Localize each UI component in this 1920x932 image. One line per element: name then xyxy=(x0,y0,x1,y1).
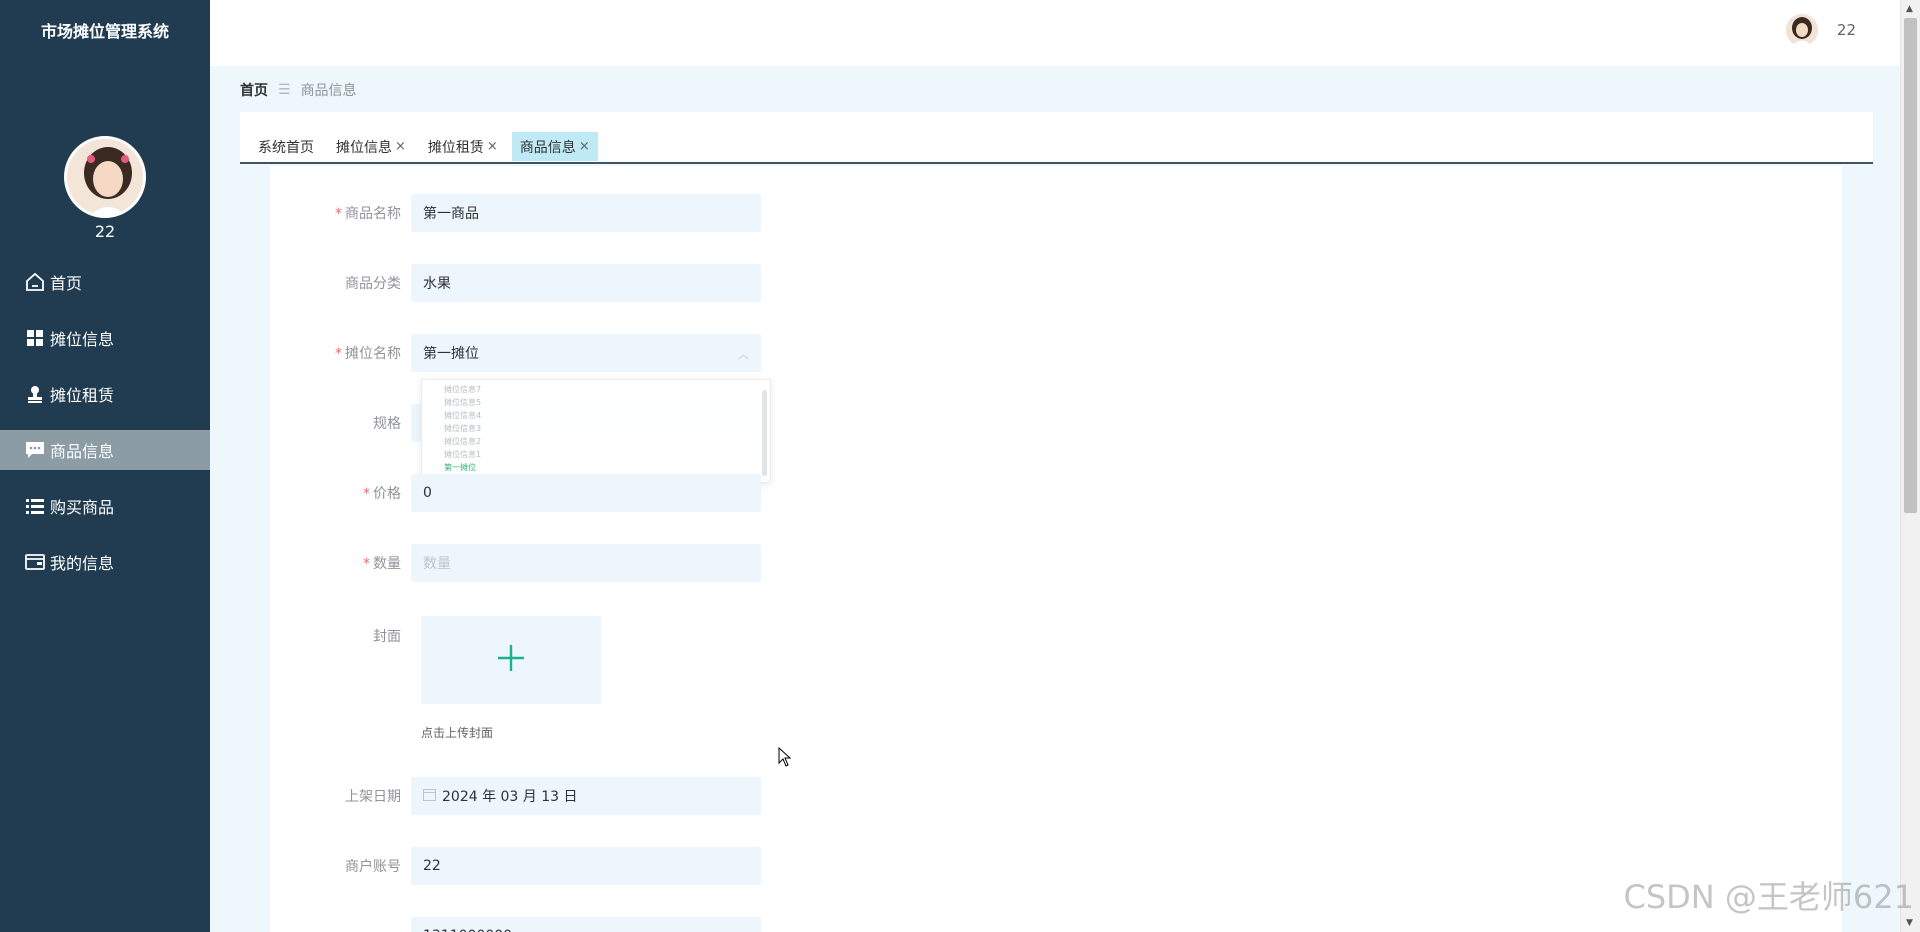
stamp-icon xyxy=(24,383,46,405)
field-label: 商品名称 xyxy=(345,206,401,222)
dropdown-option-selected[interactable]: 第一摊位 xyxy=(422,461,770,474)
home-icon xyxy=(24,271,46,293)
menu-item-stall-rental[interactable]: 摊位租赁 xyxy=(0,374,210,414)
tab-label: 摊位租赁 xyxy=(427,139,484,156)
field-label: 上架日期 xyxy=(345,789,401,805)
tab-stall-info[interactable]: 摊位信息 × xyxy=(328,132,414,161)
dropdown-option[interactable]: 摊位信息1 xyxy=(422,448,770,461)
menu-item-label: 首页 xyxy=(50,274,83,293)
menu-item-label: 商品信息 xyxy=(50,442,115,461)
side-menu: 首页 摊位信息 摊位租赁 商品信息 购买商品 我的信息 xyxy=(0,262,210,598)
required-mark: * xyxy=(363,486,370,502)
watermark: CSDN @王老师621 xyxy=(1623,878,1915,916)
list-icon xyxy=(24,495,46,517)
menu-item-buy-goods[interactable]: 购买商品 xyxy=(0,486,210,526)
form-row-stall: * 摊位名称 第一摊位 ︿ xyxy=(270,334,1070,372)
form-row-partial: 1311000000 xyxy=(270,917,1070,932)
required-mark: * xyxy=(363,556,370,572)
goods-name-input[interactable]: 第一商品 xyxy=(411,194,761,232)
wallet-icon xyxy=(24,551,46,573)
form-row-price: * 价格 0 xyxy=(270,474,1070,512)
form-row-merchant-account: 商户账号 22 xyxy=(270,847,1070,885)
sidebar-username: 22 xyxy=(94,222,116,241)
goods-form: * 商品名称 第一商品 商品分类 水果 * 摊位名称 第一摊位 ︿ 规格 摊位信息7… xyxy=(270,166,1842,932)
listing-date-picker[interactable]: 2024 年 03 月 13 日 xyxy=(411,777,761,815)
menu-item-goods-info[interactable]: 商品信息 xyxy=(0,430,210,470)
form-row-listing-date: 上架日期 2024 年 03 月 13 日 xyxy=(270,777,1070,815)
tab-label: 商品信息 xyxy=(519,139,576,156)
menu-item-label: 摊位信息 xyxy=(50,330,115,349)
header-avatar[interactable] xyxy=(1786,14,1818,46)
breadcrumb-home[interactable]: 首页 xyxy=(240,80,268,100)
scroll-down-icon[interactable]: ▼ xyxy=(1906,918,1913,928)
dropdown-option[interactable]: 摊位信息7 xyxy=(422,383,770,396)
form-row-quantity: * 数量 数量 xyxy=(270,544,1070,582)
dropdown-scrollbar[interactable] xyxy=(762,390,767,476)
cover-upload-button[interactable] xyxy=(421,616,601,704)
dropdown-option[interactable]: 摊位信息2 xyxy=(422,435,770,448)
field-label: 商品分类 xyxy=(345,276,401,292)
quantity-input[interactable]: 数量 xyxy=(411,544,761,582)
close-icon[interactable]: × xyxy=(579,139,590,154)
header-username[interactable]: 22 xyxy=(1837,21,1856,39)
tab-system-home[interactable]: 系统首页 xyxy=(250,132,322,161)
chat-icon xyxy=(24,439,46,461)
tab-stall-rental[interactable]: 摊位租赁 × xyxy=(420,132,506,161)
tab-label: 系统首页 xyxy=(258,139,314,156)
required-mark: * xyxy=(335,346,342,362)
dropdown-option[interactable]: 摊位信息5 xyxy=(422,396,770,409)
tab-label: 摊位信息 xyxy=(336,139,392,156)
close-icon[interactable]: × xyxy=(487,139,498,154)
top-header: 22 xyxy=(210,0,1900,66)
form-row-name: * 商品名称 第一商品 xyxy=(270,194,1070,232)
avatar[interactable] xyxy=(64,136,146,218)
phone-input[interactable]: 1311000000 xyxy=(411,917,761,932)
dropdown-option[interactable]: 摊位信息4 xyxy=(422,409,770,422)
field-label: 摊位名称 xyxy=(345,346,401,362)
menu-item-stall-info[interactable]: 摊位信息 xyxy=(0,318,210,358)
upload-hint: 点击上传封面 xyxy=(421,726,494,740)
stall-name-select[interactable]: 第一摊位 ︿ xyxy=(411,334,761,372)
mouse-cursor-icon xyxy=(778,746,792,771)
price-input[interactable]: 0 xyxy=(411,474,761,512)
menu-item-label: 我的信息 xyxy=(50,554,115,573)
date-value: 2024 年 03 月 13 日 xyxy=(442,789,578,805)
goods-category-input[interactable]: 水果 xyxy=(411,264,761,302)
merchant-account-input[interactable]: 22 xyxy=(411,847,761,885)
form-row-category: 商品分类 水果 xyxy=(270,264,1070,302)
form-row-cover: 封面 xyxy=(270,616,1070,654)
sidebar: 市场摊位管理系统 22 首页 摊位信息 摊位租赁 商品信息 购买商品 我的信息 xyxy=(0,0,210,932)
page-scrollbar[interactable]: ▲ ▼ xyxy=(1900,0,1920,932)
calendar-icon xyxy=(423,788,436,805)
field-label: 数量 xyxy=(373,556,401,572)
field-label: 价格 xyxy=(373,486,401,502)
menu-item-label: 摊位租赁 xyxy=(50,386,115,405)
menu-item-label: 购买商品 xyxy=(50,498,115,517)
chevron-up-icon: ︿ xyxy=(738,348,749,361)
stall-dropdown[interactable]: 摊位信息7 摊位信息5 摊位信息4 摊位信息3 摊位信息2 摊位信息1 第一摊位 xyxy=(421,379,771,483)
menu-item-my-info[interactable]: 我的信息 xyxy=(0,542,210,582)
scrollbar-thumb[interactable] xyxy=(1904,18,1917,513)
field-label: 规格 xyxy=(373,416,401,432)
grid-icon xyxy=(24,327,46,349)
select-value: 第一摊位 xyxy=(423,346,479,362)
tab-goods-info[interactable]: 商品信息 × xyxy=(511,132,598,161)
breadcrumb-separator-icon: ☰ xyxy=(278,82,291,98)
scroll-up-icon[interactable]: ▲ xyxy=(1906,4,1913,14)
tab-bar: 系统首页 摊位信息 × 摊位租赁 × 商品信息 × xyxy=(240,112,1873,164)
menu-item-home[interactable]: 首页 xyxy=(0,262,210,302)
breadcrumb-current: 商品信息 xyxy=(300,83,357,99)
breadcrumb: 首页 ☰ 商品信息 xyxy=(240,80,357,100)
close-icon[interactable]: × xyxy=(395,139,406,154)
required-mark: * xyxy=(335,206,342,222)
field-label: 封面 xyxy=(373,629,401,645)
app-title: 市场摊位管理系统 xyxy=(40,22,169,41)
plus-icon xyxy=(496,643,526,677)
dropdown-option[interactable]: 摊位信息3 xyxy=(422,422,770,435)
field-label: 商户账号 xyxy=(345,859,401,875)
